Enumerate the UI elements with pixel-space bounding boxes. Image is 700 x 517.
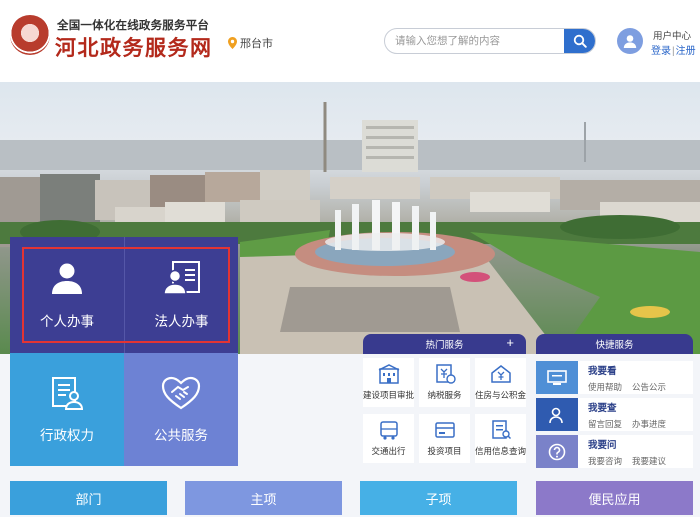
service-label: 投资项目 — [427, 446, 462, 456]
more-plus-button[interactable]: + — [506, 335, 514, 350]
user-icon — [623, 35, 637, 48]
personal-affairs-label: 个人办事 — [40, 314, 94, 329]
quick-link[interactable]: 留言回复 — [588, 419, 622, 429]
site-subtitle: 全国一体化在线政务服务平台 — [57, 20, 210, 32]
heart-handshake-icon — [161, 376, 201, 409]
nav-main-items-button[interactable]: 主项 — [185, 481, 342, 515]
separator: | — [672, 46, 675, 57]
question-icon — [536, 435, 578, 468]
service-investment[interactable]: 投资项目 — [419, 414, 470, 463]
legal-entity-tile[interactable]: 法人办事 — [124, 237, 238, 353]
personal-affairs-tile[interactable]: 个人办事 — [10, 237, 124, 353]
document-person-icon — [52, 376, 84, 410]
house-yuan-icon — [490, 365, 511, 383]
legal-entity-label: 法人办事 — [154, 314, 209, 329]
logo-emblem-icon[interactable] — [10, 15, 50, 55]
service-credit-inquiry[interactable]: 信用信息查询 — [475, 414, 526, 463]
administrative-power-label: 行政权力 — [40, 427, 94, 443]
quick-row-view[interactable]: 我要看 使用帮助 公告公示 — [536, 361, 693, 394]
header: 全国一体化在线政务服务平台 河北政务服务网 邢台市 用户中心 登录|注册 — [0, 0, 700, 82]
service-label: 信用信息查询 — [475, 446, 527, 456]
login-link[interactable]: 登录 — [651, 46, 671, 57]
hot-services-header: 热门服务 + — [363, 334, 526, 354]
user-avatar[interactable] — [617, 28, 643, 54]
service-transportation[interactable]: 交通出行 — [363, 414, 414, 463]
document-search-icon — [491, 420, 511, 440]
nav-departments-button[interactable]: 部门 — [10, 481, 167, 515]
service-label: 住房与公积金 — [475, 390, 527, 400]
service-tax[interactable]: 纳税服务 — [419, 358, 470, 407]
service-label: 建设项目审批 — [363, 390, 415, 400]
user-links: 登录|注册 — [651, 42, 696, 57]
search-icon — [573, 34, 587, 48]
search-button[interactable] — [564, 29, 595, 53]
quick-link[interactable]: 公告公示 — [632, 382, 666, 392]
service-housing-fund[interactable]: 住房与公积金 — [475, 358, 526, 407]
quick-row-check[interactable]: 我要查 留言回复 办事进度 — [536, 398, 693, 431]
quick-link[interactable]: 使用帮助 — [588, 382, 622, 392]
location-selector[interactable]: 邢台市 — [228, 35, 273, 51]
service-label: 纳税服务 — [427, 390, 462, 400]
search-input[interactable] — [395, 33, 565, 49]
administrative-power-tile[interactable]: 行政权力 — [10, 353, 124, 466]
site-title[interactable]: 河北政务服务网 — [55, 32, 213, 62]
person-document-icon — [162, 261, 200, 295]
location-label: 邢台市 — [240, 38, 273, 50]
user-center-label[interactable]: 用户中心 — [653, 28, 691, 42]
service-label: 交通出行 — [371, 446, 406, 456]
bus-icon — [379, 421, 398, 440]
quick-services-title: 快捷服务 — [595, 340, 634, 351]
quick-title: 我要问 — [588, 440, 617, 451]
service-construction-approval[interactable]: 建设项目审批 — [363, 358, 414, 407]
nav-sub-items-button[interactable]: 子项 — [360, 481, 517, 515]
quick-services-header: 快捷服务 — [536, 334, 693, 354]
quick-row-ask[interactable]: 我要问 我要咨询 我要建议 — [536, 435, 693, 468]
quick-link[interactable]: 我要咨询 — [588, 456, 622, 466]
public-service-label: 公共服务 — [154, 427, 208, 443]
quick-link[interactable]: 我要建议 — [632, 456, 666, 466]
register-link[interactable]: 注册 — [676, 46, 696, 57]
person-search-icon — [536, 398, 578, 431]
search-box — [384, 28, 596, 54]
hot-services-title: 热门服务 — [425, 340, 464, 351]
quick-title: 我要查 — [588, 403, 617, 414]
quick-title: 我要看 — [588, 366, 617, 377]
nav-convenience-apps-button[interactable]: 便民应用 — [536, 481, 693, 515]
card-icon — [434, 422, 455, 438]
quick-link[interactable]: 办事进度 — [632, 419, 666, 429]
person-icon — [52, 263, 82, 294]
public-service-tile[interactable]: 公共服务 — [124, 353, 238, 466]
building-icon — [378, 364, 399, 384]
monitor-icon — [536, 361, 578, 394]
tax-icon — [435, 364, 456, 384]
location-pin-icon — [228, 37, 237, 49]
